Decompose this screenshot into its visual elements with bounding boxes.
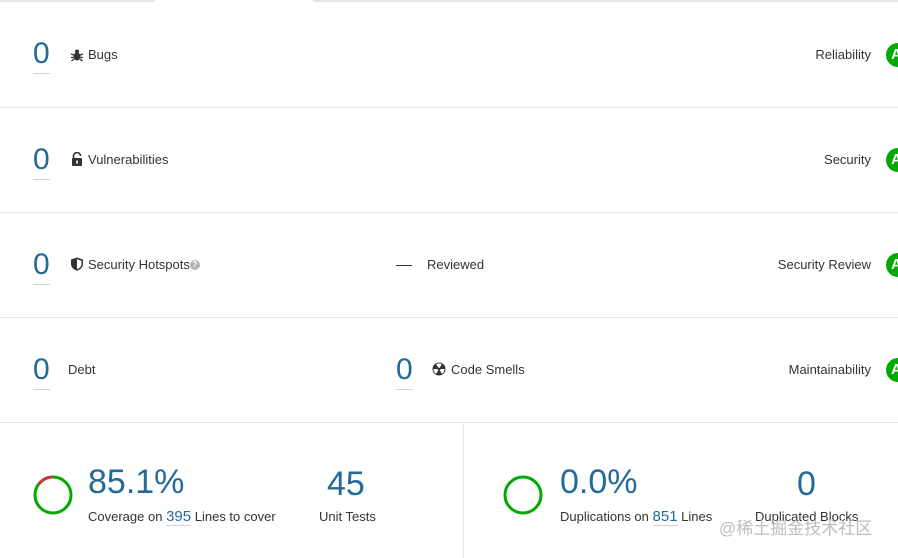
vulnerabilities-label: Vulnerabilities [88, 152, 169, 167]
security-review-rating[interactable]: A [886, 253, 898, 277]
radiation-icon [432, 362, 446, 376]
lines-to-cover-link[interactable]: 395 [166, 508, 192, 526]
help-icon[interactable]: ? [190, 260, 200, 270]
hotspots-count[interactable]: 0 [33, 250, 50, 285]
vulnerabilities-row: 0 Vulnerabilities Security A [0, 107, 898, 213]
maintainability-label: Maintainability [788, 362, 871, 377]
debt-value[interactable]: 0 [33, 355, 50, 390]
unit-tests-count[interactable]: 45 [327, 467, 365, 501]
reliability-label: Reliability [815, 47, 871, 62]
coverage-percent[interactable]: 85.1% [88, 465, 184, 499]
reliability-rating[interactable]: A [886, 43, 898, 67]
code-smells-label: Code Smells [451, 362, 525, 377]
panel-divider [463, 423, 464, 558]
coverage-caption: Coverage on 395 Lines to cover [88, 508, 276, 526]
security-label: Security [824, 152, 871, 167]
maintainability-rating[interactable]: A [886, 358, 898, 382]
vulnerabilities-count[interactable]: 0 [33, 145, 50, 180]
code-smells-count[interactable]: 0 [396, 355, 413, 390]
duplications-donut[interactable] [503, 475, 543, 515]
unit-tests-label: Unit Tests [319, 509, 376, 524]
coverage-donut[interactable] [33, 475, 73, 515]
duplications-suffix: Lines [681, 509, 713, 524]
security-review-label: Security Review [777, 257, 871, 272]
uncovered-arc [33, 475, 73, 515]
duplicated-blocks-count[interactable]: 0 [797, 467, 816, 501]
reviewed-label: Reviewed [427, 257, 485, 272]
shield-icon [71, 257, 83, 271]
duplications-percent[interactable]: 0.0% [560, 465, 638, 499]
duplications-prefix: Duplications on [560, 509, 649, 524]
lock-icon [72, 152, 82, 166]
coverage-prefix: Coverage on [88, 509, 163, 524]
coverage-suffix: Lines to cover [194, 509, 276, 524]
bugs-row: 0 Bugs Reliability A [0, 2, 898, 108]
bug-icon [70, 49, 84, 62]
watermark: @稀土掘金技术社区 [719, 519, 873, 538]
duplications-caption: Duplications on 851 Lines [560, 508, 713, 526]
hotspots-row: 0 Security Hotspots ? Reviewed Security … [0, 212, 898, 318]
maintainability-row: 0 Debt 0 Code Smells Maintainability A [0, 317, 898, 423]
hotspots-label: Security Hotspots [88, 257, 190, 272]
bugs-label: Bugs [88, 47, 118, 62]
duplications-ring [503, 475, 543, 515]
security-rating[interactable]: A [886, 148, 898, 172]
reviewed-value[interactable] [396, 265, 412, 266]
debt-label: Debt [68, 362, 96, 377]
duplications-lines-link[interactable]: 851 [652, 508, 678, 526]
bugs-count[interactable]: 0 [33, 39, 50, 74]
